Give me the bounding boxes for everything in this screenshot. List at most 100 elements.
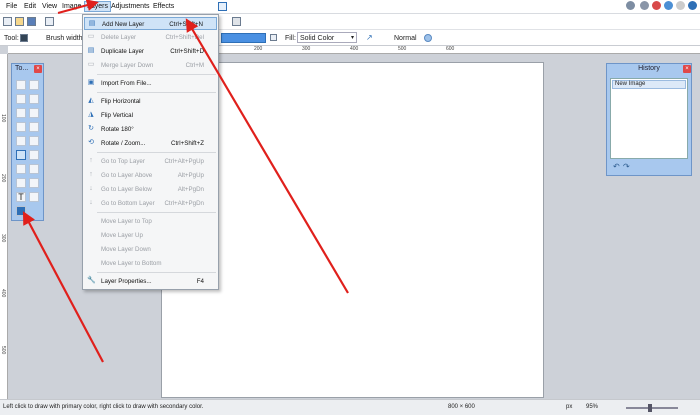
menu-item-shortcut: F4: [196, 278, 204, 285]
menu-item[interactable]: ↓ Go to Layer Below Alt+PgDn: [84, 183, 217, 196]
close-icon[interactable]: ×: [683, 65, 691, 73]
menu-item[interactable]: ↻ Rotate 180°: [84, 123, 217, 136]
save-icon[interactable]: [27, 17, 36, 26]
fill-select[interactable]: Solid Color ▾: [297, 32, 357, 43]
line-curve-icon[interactable]: [29, 192, 39, 202]
brush-width-label: Brush width:: [46, 35, 85, 42]
move-selected-icon[interactable]: [29, 94, 39, 104]
ruler-tick: 500: [398, 46, 407, 52]
menu-item[interactable]: Move Layer to Bottom: [84, 257, 217, 270]
move-selection-icon[interactable]: [29, 80, 39, 90]
delete-layer-icon: ▭: [87, 33, 95, 40]
menu-item[interactable]: ▤ Add New Layer Ctrl+Shift+N: [84, 17, 217, 30]
menu-item[interactable]: Move Layer Down: [84, 243, 217, 256]
menu-separator: [97, 92, 216, 93]
menu-item-label: Delete Layer: [101, 34, 137, 41]
clone-stamp-icon[interactable]: [16, 178, 26, 188]
menu-item-label: Move Layer Up: [101, 232, 143, 239]
go-down-icon: ↓: [89, 185, 93, 192]
brush-width-input[interactable]: [221, 33, 266, 43]
import-icon: ▣: [87, 79, 95, 86]
menu-layers[interactable]: Layers: [84, 1, 112, 12]
blend-mode-select[interactable]: Normal: [394, 35, 417, 42]
menu-item[interactable]: ↑ Go to Top Layer Ctrl+Alt+PgUp: [84, 155, 217, 168]
ruler-tick: 400: [350, 46, 359, 52]
menu-item-shortcut: Ctrl+Shift+D: [170, 48, 204, 55]
shapes-icon[interactable]: [16, 206, 26, 216]
ruler-tick: 200: [0, 174, 6, 183]
menu-item[interactable]: ↓ Go to Bottom Layer Ctrl+Alt+PgDn: [84, 197, 217, 210]
menu-bar: File Edit View Image Layers Adjustments …: [0, 0, 700, 14]
tools-toggle-icon[interactable]: [626, 1, 635, 10]
color-picker-icon[interactable]: [29, 164, 39, 174]
menu-separator: [97, 212, 216, 213]
menu-item[interactable]: ↑ Go to Layer Above Alt+PgUp: [84, 169, 217, 182]
menu-effects[interactable]: Effects: [153, 3, 174, 10]
menu-item-label: Duplicate Layer: [101, 48, 144, 55]
close-icon[interactable]: ×: [34, 65, 42, 73]
menu-item[interactable]: ◮ Flip Vertical: [84, 109, 217, 122]
lasso-select-icon[interactable]: [16, 94, 26, 104]
rectangle-select-icon[interactable]: [16, 80, 26, 90]
open-file-icon[interactable]: [15, 17, 24, 26]
colors-toggle-icon[interactable]: [652, 1, 661, 10]
fill-label: Fill:: [285, 35, 296, 42]
menu-view[interactable]: View: [42, 3, 57, 10]
history-panel-title: History: [638, 65, 660, 72]
menu-item[interactable]: 🔧 Layer Properties... F4: [84, 275, 217, 288]
menu-item[interactable]: Move Layer to Top: [84, 215, 217, 228]
menu-image[interactable]: Image: [62, 3, 81, 10]
pencil-icon[interactable]: [16, 164, 26, 174]
layers-toggle-icon[interactable]: [664, 1, 673, 10]
flip-horizontal-icon: ◭: [88, 97, 94, 104]
magic-wand-icon[interactable]: [16, 122, 26, 132]
alpha-blend-icon[interactable]: [424, 34, 432, 42]
toolbar-icon[interactable]: [232, 17, 241, 26]
menu-item-shortcut: Ctrl+Shift+Z: [170, 140, 204, 147]
menu-item[interactable]: ▭ Merge Layer Down Ctrl+M: [84, 59, 217, 72]
properties-icon: 🔧: [87, 277, 96, 284]
image-size-text: 800 × 600: [448, 404, 475, 410]
menu-adjustments[interactable]: Adjustments: [111, 3, 150, 10]
ellipse-select-icon[interactable]: [16, 108, 26, 118]
paintbrush-tool-icon[interactable]: [16, 150, 26, 160]
paintbrush-icon[interactable]: [20, 34, 28, 42]
menu-item-shortcut: Ctrl+Alt+PgUp: [164, 158, 204, 165]
menu-item[interactable]: ▤ Duplicate Layer Ctrl+Shift+D: [84, 45, 217, 58]
menu-item-label: Flip Horizontal: [101, 98, 141, 105]
go-bottom-icon: ↓: [89, 199, 93, 206]
menu-item[interactable]: ▭ Delete Layer Ctrl+Shift+Del: [84, 31, 217, 44]
menu-item[interactable]: ◭ Flip Horizontal: [84, 95, 217, 108]
menu-edit[interactable]: Edit: [24, 3, 36, 10]
pan-icon[interactable]: [29, 122, 39, 132]
zoom-slider-thumb[interactable]: [648, 404, 652, 412]
zoom-icon[interactable]: [29, 108, 39, 118]
new-file-icon[interactable]: [3, 17, 12, 26]
print-icon[interactable]: [45, 17, 54, 26]
undo-icon[interactable]: ↶: [613, 162, 620, 171]
zoom-slider[interactable]: [626, 407, 678, 409]
redo-icon[interactable]: ↷: [623, 162, 630, 171]
fill-select-value: Solid Color: [300, 35, 335, 42]
text-tool-icon[interactable]: T: [16, 192, 26, 202]
menu-item[interactable]: ⟲ Rotate / Zoom... Ctrl+Shift+Z: [84, 137, 217, 150]
gradient-icon[interactable]: [29, 136, 39, 146]
dropdown-arrow-icon[interactable]: [218, 2, 227, 11]
unit-select[interactable]: px: [566, 404, 572, 410]
menu-item[interactable]: ▣ Import From File...: [84, 77, 217, 90]
history-item[interactable]: New Image: [612, 80, 686, 89]
status-hint: Left click to draw with primary color, r…: [3, 404, 204, 410]
settings-icon[interactable]: [676, 1, 685, 10]
eraser-icon[interactable]: [29, 150, 39, 160]
status-bar: Left click to draw with primary color, r…: [0, 399, 700, 415]
menu-file[interactable]: File: [6, 3, 17, 10]
blend-mode-icon[interactable]: ↗: [366, 33, 373, 42]
history-toggle-icon[interactable]: [640, 1, 649, 10]
paint-bucket-icon[interactable]: [16, 136, 26, 146]
menu-item[interactable]: Move Layer Up: [84, 229, 217, 242]
antialias-icon[interactable]: [270, 34, 277, 41]
menu-item-label: Move Layer to Bottom: [101, 260, 162, 267]
recolor-icon[interactable]: [29, 178, 39, 188]
menu-separator: [97, 74, 216, 75]
help-icon[interactable]: [688, 1, 697, 10]
